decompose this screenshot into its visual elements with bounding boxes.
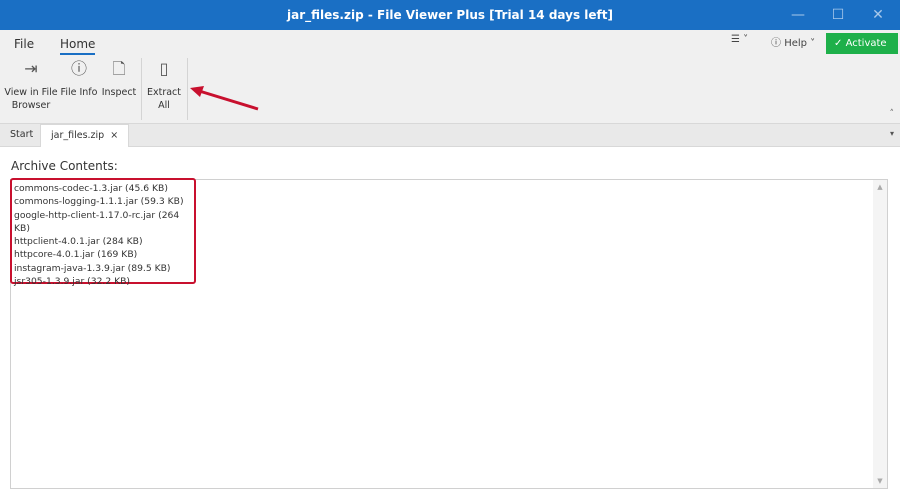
ribbon: ⇥ View in File Browser ⓘ File Info 🗋 Inspec…: [0, 58, 900, 124]
folder-arrow-icon: ⇥: [24, 59, 38, 78]
file-list: commons-codec-1.3.jar (45.6 KB) commons-…: [10, 178, 196, 287]
list-item[interactable]: jsr305-1.3.9.jar (32.2 KB): [14, 275, 192, 288]
help-label: Help: [784, 38, 807, 49]
zip-icon: ▯: [159, 59, 169, 78]
list-item[interactable]: httpcore-4.0.1.jar (169 KB): [14, 248, 192, 261]
info-icon: ⓘ: [70, 59, 87, 78]
collapse-ribbon-icon[interactable]: ˄: [890, 109, 895, 119]
window-title: jar_files.zip - File Viewer Plus [Trial …: [287, 8, 613, 22]
check-circle-icon: ✓: [834, 38, 843, 49]
maximize-button[interactable]: ☐: [818, 0, 858, 30]
list-item[interactable]: google-http-client-1.17.0-rc.jar (264 KB…: [14, 209, 192, 236]
list-item[interactable]: commons-codec-1.3.jar (45.6 KB): [14, 182, 192, 195]
annotation-arrow: [190, 86, 259, 111]
tab-jar-files[interactable]: jar_files.zip ×: [40, 124, 130, 148]
settings-icon[interactable]: ☰ ˅: [731, 34, 748, 45]
tab-label: jar_files.zip: [51, 130, 105, 141]
menu-home[interactable]: Home: [60, 37, 96, 55]
list-item[interactable]: commons-logging-1.1.1.jar (59.3 KB): [14, 195, 192, 208]
tab-bar: Start jar_files.zip × ▾: [0, 124, 900, 148]
ribbon-separator: [141, 58, 142, 120]
tab-dropdown-icon[interactable]: ▾: [890, 129, 894, 138]
extract-all-label: Extract All: [146, 87, 182, 111]
archive-contents-label: Archive Contents:: [11, 159, 118, 173]
inspect-button[interactable]: 🗋 Inspect: [101, 59, 137, 99]
tab-label: Start: [10, 129, 34, 140]
activate-label: Activate: [845, 38, 887, 49]
list-item[interactable]: instagram-java-1.3.9.jar (89.5 KB): [14, 262, 192, 275]
activate-button[interactable]: ✓ Activate: [826, 33, 898, 54]
title-bar: jar_files.zip - File Viewer Plus [Trial …: [0, 0, 900, 30]
help-icon: ⓘ: [771, 38, 781, 49]
view-in-file-browser-label: View in File Browser: [4, 87, 58, 111]
close-button[interactable]: ✕: [858, 0, 898, 30]
file-info-label: File Info: [60, 87, 98, 98]
help-button[interactable]: ⓘ Help ˅: [771, 34, 815, 49]
file-info-button[interactable]: ⓘ File Info: [60, 59, 98, 99]
list-item[interactable]: httpclient-4.0.1.jar (284 KB): [14, 235, 192, 248]
scrollbar[interactable]: ▲ ▼: [873, 180, 887, 488]
minimize-button[interactable]: —: [778, 0, 818, 30]
view-in-file-browser-button[interactable]: ⇥ View in File Browser: [4, 59, 58, 112]
tab-start[interactable]: Start: [0, 124, 43, 148]
menu-bar: File Home: [0, 30, 900, 58]
inspect-label: Inspect: [101, 87, 137, 98]
inspect-file-icon: 🗋: [112, 59, 126, 78]
extract-all-button[interactable]: ▯ Extract All: [146, 59, 182, 112]
menu-file[interactable]: File: [14, 37, 34, 51]
close-tab-icon[interactable]: ×: [110, 130, 118, 141]
